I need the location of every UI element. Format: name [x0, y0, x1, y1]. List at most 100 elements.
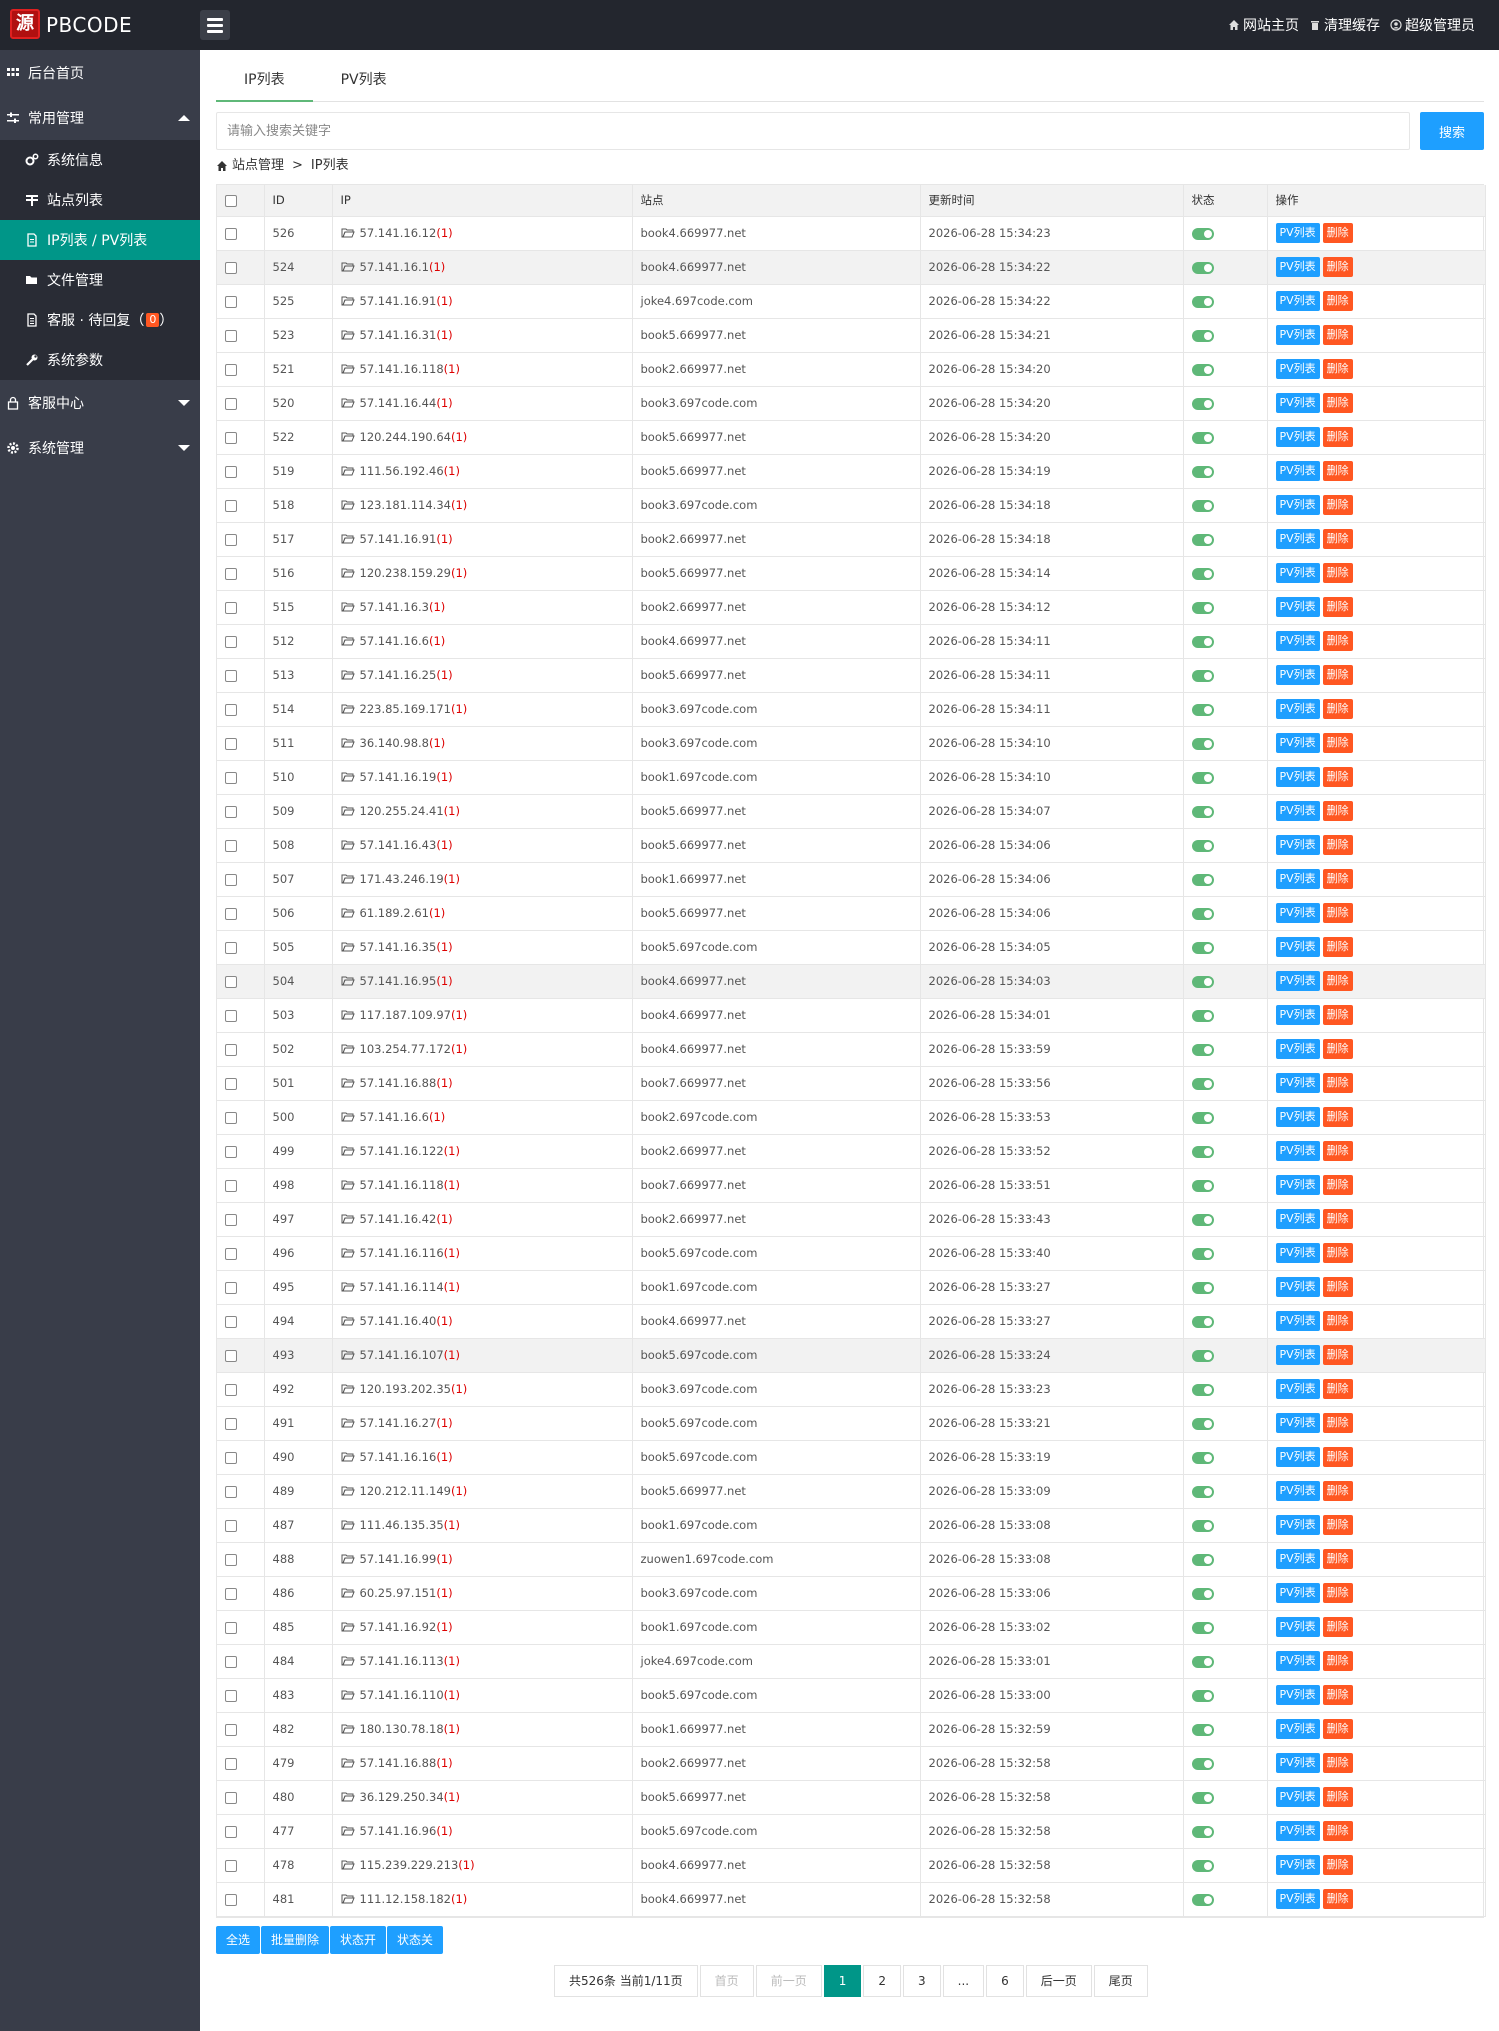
pv-list-button[interactable]: PV列表 [1275, 631, 1320, 651]
nav-clear-cache-link[interactable]: 清理缓存 [1309, 15, 1380, 35]
cell-ip[interactable]: 171.43.246.19 (1) [341, 872, 624, 886]
delete-button[interactable]: 删除 [1322, 1855, 1353, 1875]
pv-list-button[interactable]: PV列表 [1275, 257, 1320, 277]
cell-ip[interactable]: 57.141.16.92 (1) [341, 1620, 624, 1634]
row-checkbox[interactable] [225, 669, 237, 682]
delete-button[interactable]: 删除 [1322, 359, 1353, 379]
delete-button[interactable]: 删除 [1322, 393, 1353, 413]
row-checkbox[interactable] [225, 1111, 237, 1124]
pv-list-button[interactable]: PV列表 [1275, 1583, 1320, 1603]
search-button[interactable]: 搜索 [1420, 112, 1484, 150]
status-toggle[interactable] [1191, 669, 1214, 682]
status-toggle[interactable] [1191, 737, 1214, 750]
pagination-last[interactable]: 尾页 [1093, 1965, 1148, 1997]
pv-list-button[interactable]: PV列表 [1275, 529, 1320, 549]
tab-pv-list[interactable]: PV列表 [313, 60, 415, 102]
row-checkbox[interactable] [225, 941, 237, 954]
cell-ip[interactable]: 57.141.16.3 (1) [341, 600, 624, 614]
pv-list-button[interactable]: PV列表 [1275, 1209, 1320, 1229]
row-checkbox[interactable] [225, 1757, 237, 1770]
row-checkbox[interactable] [225, 1009, 237, 1022]
row-checkbox[interactable] [225, 1859, 237, 1872]
cell-ip[interactable]: 57.141.16.91 (1) [341, 532, 624, 546]
pagination-page-6[interactable]: 6 [986, 1965, 1024, 1997]
row-checkbox[interactable] [225, 737, 237, 750]
delete-button[interactable]: 删除 [1322, 291, 1353, 311]
cell-ip[interactable]: 120.193.202.35 (1) [341, 1382, 624, 1396]
pv-list-button[interactable]: PV列表 [1275, 1753, 1320, 1773]
row-checkbox[interactable] [225, 1451, 237, 1464]
status-toggle[interactable] [1191, 1247, 1214, 1260]
pv-list-button[interactable]: PV列表 [1275, 1549, 1320, 1569]
delete-button[interactable]: 删除 [1322, 1583, 1353, 1603]
status-toggle[interactable] [1191, 295, 1214, 308]
delete-button[interactable]: 删除 [1322, 1549, 1353, 1569]
status-toggle[interactable] [1191, 1689, 1214, 1702]
row-checkbox[interactable] [225, 1791, 237, 1804]
cell-ip[interactable]: 103.254.77.172 (1) [341, 1042, 624, 1056]
delete-button[interactable]: 删除 [1322, 1753, 1353, 1773]
cell-ip[interactable]: 57.141.16.116 (1) [341, 1246, 624, 1260]
status-toggle[interactable] [1191, 1859, 1214, 1872]
delete-button[interactable]: 删除 [1322, 699, 1353, 719]
pagination-prev[interactable]: 前一页 [755, 1965, 822, 1997]
pv-list-button[interactable]: PV列表 [1275, 937, 1320, 957]
status-toggle[interactable] [1191, 601, 1214, 614]
delete-button[interactable]: 删除 [1322, 971, 1353, 991]
row-checkbox[interactable] [225, 1179, 237, 1192]
delete-button[interactable]: 删除 [1322, 427, 1353, 447]
status-toggle[interactable] [1191, 261, 1214, 274]
nav-user-menu[interactable]: 超级管理员 [1390, 15, 1475, 35]
cell-ip[interactable]: 57.141.16.40 (1) [341, 1314, 624, 1328]
status-toggle[interactable] [1191, 397, 1214, 410]
delete-button[interactable]: 删除 [1322, 1311, 1353, 1331]
pv-list-button[interactable]: PV列表 [1275, 1821, 1320, 1841]
row-checkbox[interactable] [225, 635, 237, 648]
delete-button[interactable]: 删除 [1322, 631, 1353, 651]
cell-ip[interactable]: 36.140.98.8 (1) [341, 736, 624, 750]
status-toggle[interactable] [1191, 1111, 1214, 1124]
status-toggle[interactable] [1191, 1485, 1214, 1498]
status-toggle[interactable] [1191, 1349, 1214, 1362]
select-all-button[interactable]: 全选 [216, 1926, 261, 1954]
status-toggle[interactable] [1191, 1791, 1214, 1804]
delete-button[interactable]: 删除 [1322, 1243, 1353, 1263]
pv-list-button[interactable]: PV列表 [1275, 1379, 1320, 1399]
pv-list-button[interactable]: PV列表 [1275, 597, 1320, 617]
pv-list-button[interactable]: PV列表 [1275, 1141, 1320, 1161]
pv-list-button[interactable]: PV列表 [1275, 1311, 1320, 1331]
delete-button[interactable]: 删除 [1322, 1447, 1353, 1467]
cell-ip[interactable]: 223.85.169.171 (1) [341, 702, 624, 716]
pv-list-button[interactable]: PV列表 [1275, 325, 1320, 345]
cell-ip[interactable]: 57.141.16.25 (1) [341, 668, 624, 682]
cell-ip[interactable]: 57.141.16.88 (1) [341, 1756, 624, 1770]
delete-button[interactable]: 删除 [1322, 869, 1353, 889]
delete-button[interactable]: 删除 [1322, 1889, 1353, 1909]
row-checkbox[interactable] [225, 1621, 237, 1634]
cell-ip[interactable]: 120.238.159.29 (1) [341, 566, 624, 580]
sidebar-group-common[interactable]: 常用管理 [0, 95, 200, 140]
row-checkbox[interactable] [225, 1077, 237, 1090]
sidebar-item-system-params[interactable]: 系统参数 [0, 340, 200, 380]
pv-list-button[interactable]: PV列表 [1275, 359, 1320, 379]
status-toggle[interactable] [1191, 941, 1214, 954]
cell-ip[interactable]: 57.141.16.113 (1) [341, 1654, 624, 1668]
status-off-button[interactable]: 状态关 [387, 1926, 444, 1954]
delete-button[interactable]: 删除 [1322, 767, 1353, 787]
pv-list-button[interactable]: PV列表 [1275, 1787, 1320, 1807]
row-checkbox[interactable] [225, 1893, 237, 1906]
delete-button[interactable]: 删除 [1322, 597, 1353, 617]
delete-button[interactable]: 删除 [1322, 1209, 1353, 1229]
cell-ip[interactable]: 57.141.16.6 (1) [341, 634, 624, 648]
status-toggle[interactable] [1191, 1553, 1214, 1566]
pv-list-button[interactable]: PV列表 [1275, 427, 1320, 447]
status-toggle[interactable] [1191, 1009, 1214, 1022]
row-checkbox[interactable] [225, 1383, 237, 1396]
delete-button[interactable]: 删除 [1322, 903, 1353, 923]
cell-ip[interactable]: 57.141.16.122 (1) [341, 1144, 624, 1158]
cell-ip[interactable]: 57.141.16.43 (1) [341, 838, 624, 852]
row-checkbox[interactable] [225, 1145, 237, 1158]
pv-list-button[interactable]: PV列表 [1275, 733, 1320, 753]
tab-ip-list[interactable]: IP列表 [216, 60, 313, 102]
pv-list-button[interactable]: PV列表 [1275, 291, 1320, 311]
